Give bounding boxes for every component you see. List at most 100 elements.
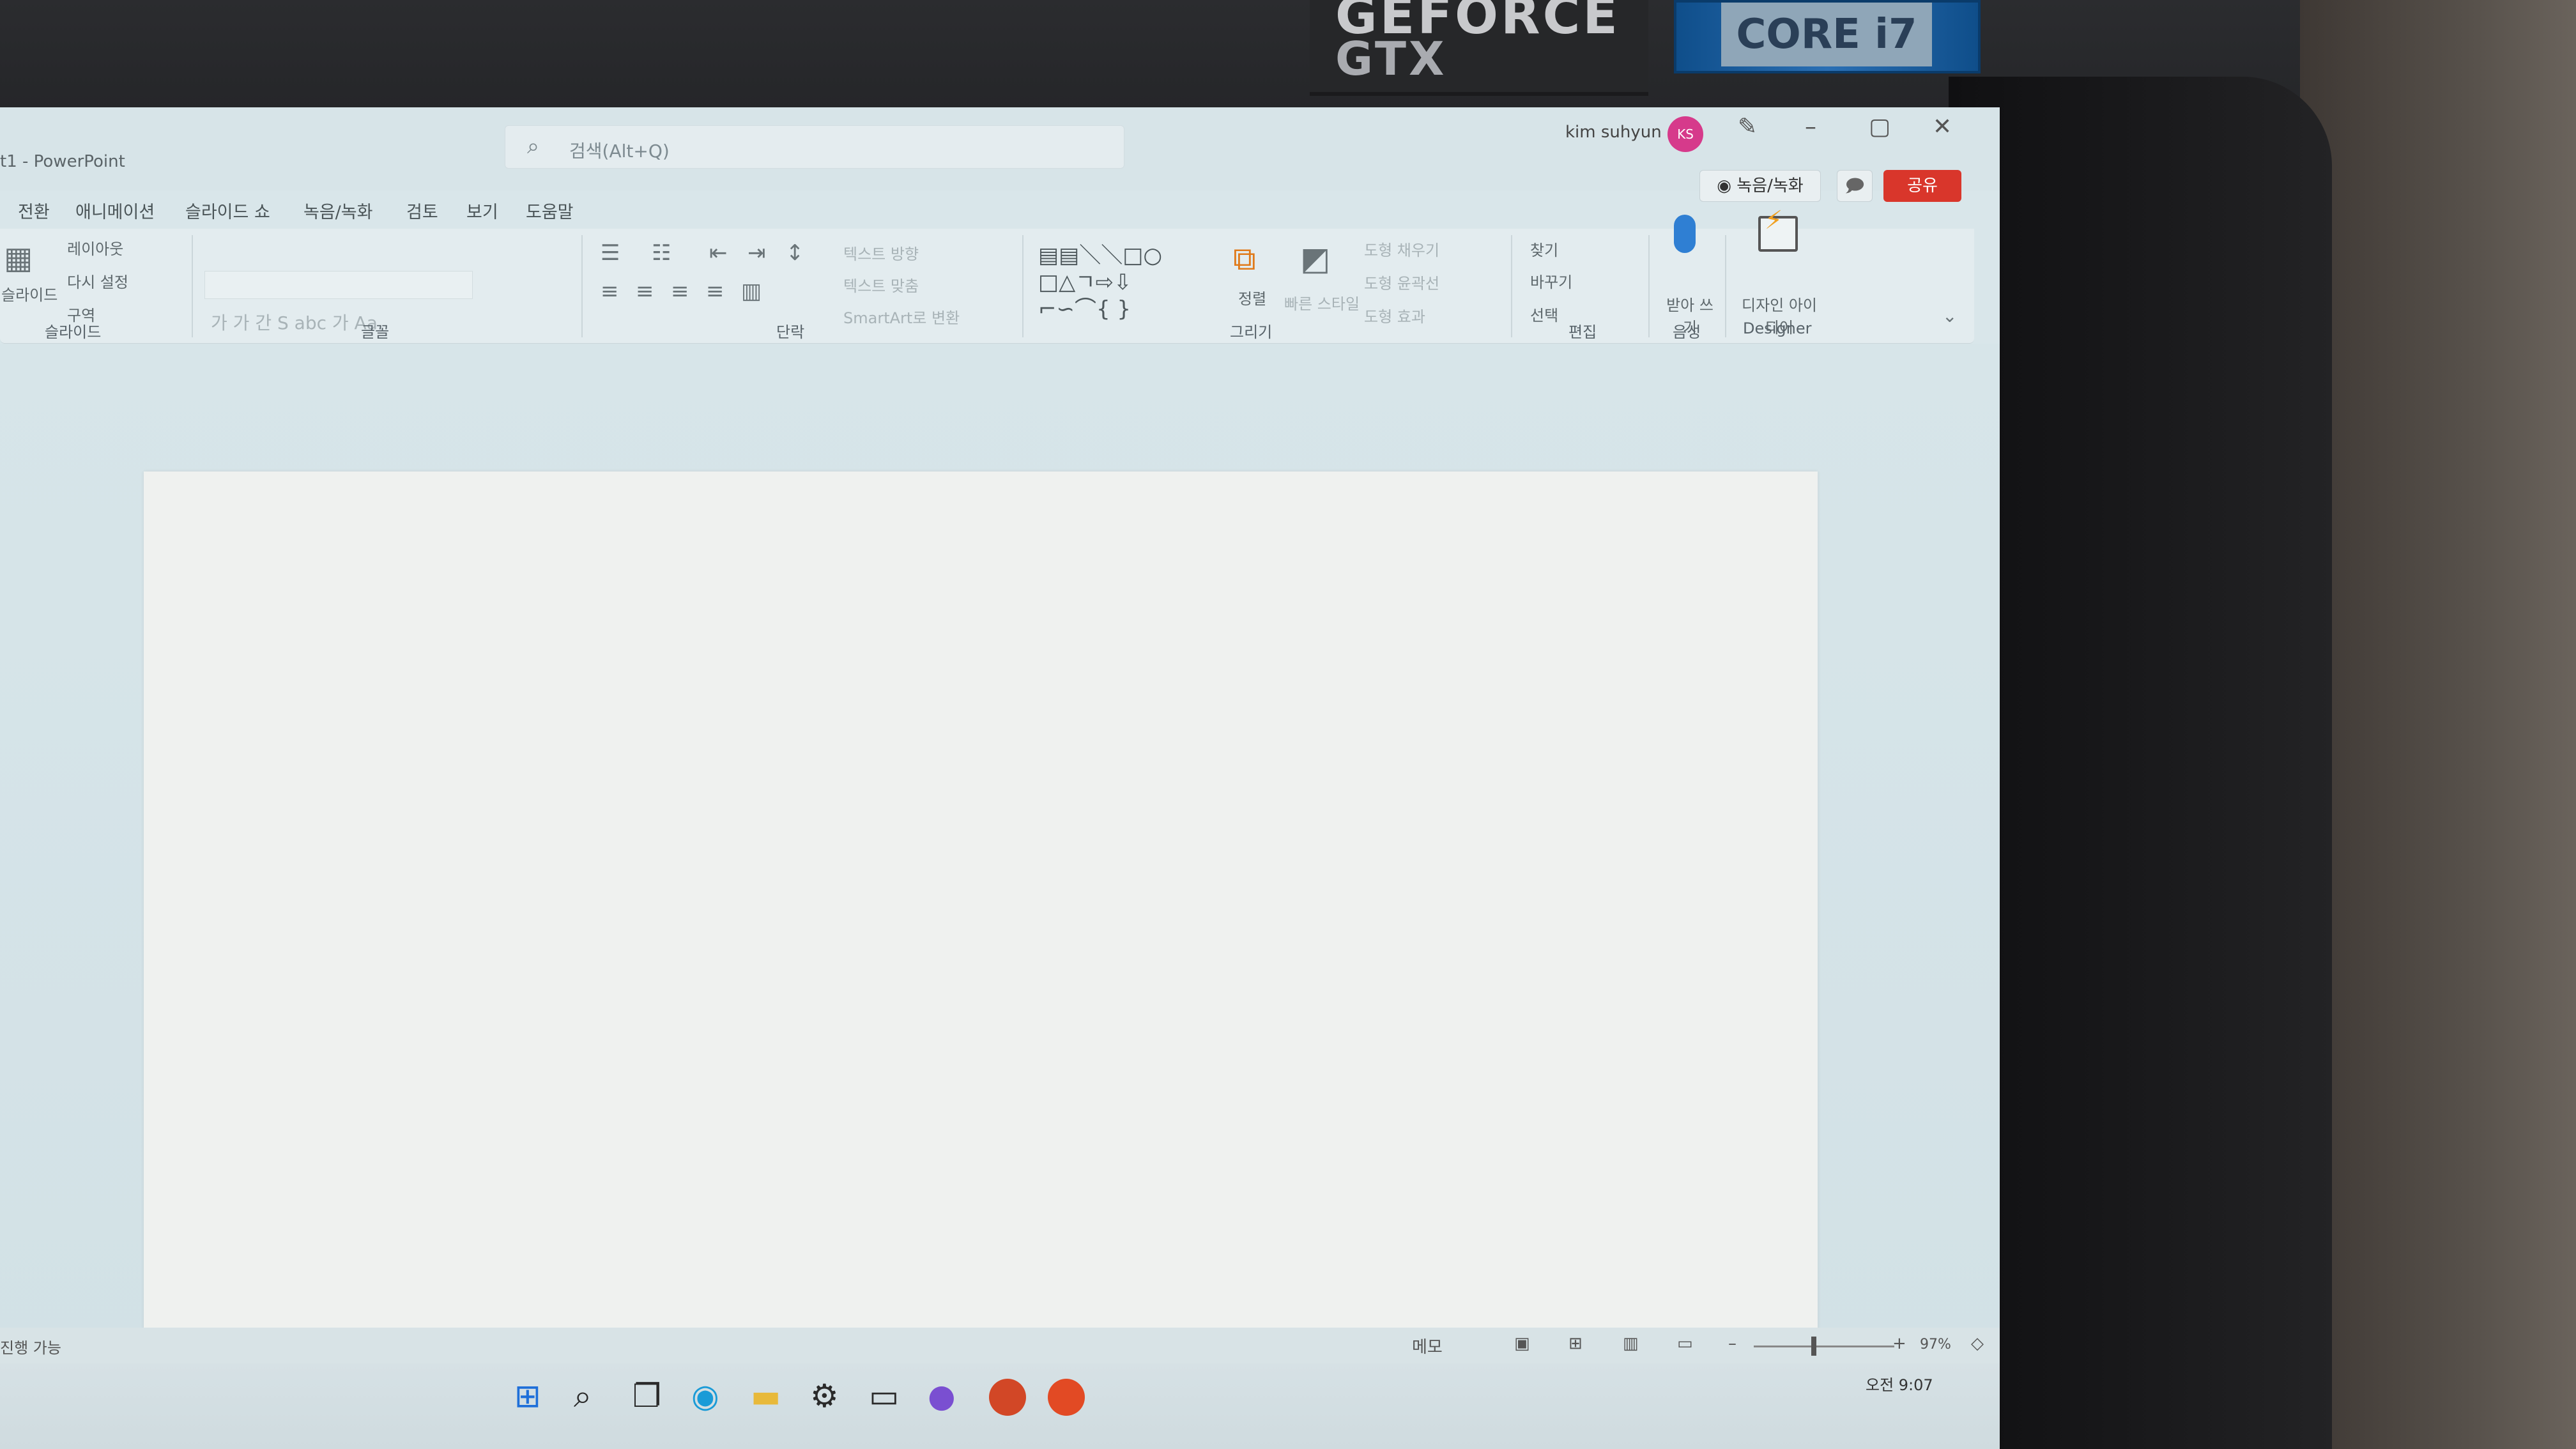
edge-icon[interactable]: ◉ [691, 1377, 719, 1414]
numbering-icon[interactable]: ☷ [652, 240, 671, 266]
search-icon: ⌕ [527, 134, 540, 159]
file-explorer-icon[interactable]: ▬ [751, 1377, 781, 1414]
new-slide-icon[interactable]: ▦ [4, 240, 33, 276]
app-icon[interactable]: ● [928, 1377, 956, 1414]
group-label-slides: 슬라이드 [45, 323, 102, 341]
lightning-icon: ⚡ [1765, 206, 1783, 235]
zoom-slider-thumb[interactable] [1811, 1337, 1816, 1356]
normal-view-icon[interactable]: ▣ [1514, 1334, 1530, 1353]
group-label-paragraph: 단락 [776, 323, 805, 341]
group-divider [1725, 235, 1726, 337]
avatar[interactable]: KS [1667, 116, 1703, 152]
columns-icon[interactable]: ▥ [741, 279, 762, 304]
powerpoint-icon[interactable] [989, 1379, 1026, 1416]
task-view-icon[interactable]: ❐ [632, 1377, 661, 1414]
slide-sorter-icon[interactable]: ⊞ [1568, 1334, 1583, 1353]
group-divider [1511, 235, 1512, 337]
office-app-icon[interactable] [1048, 1379, 1085, 1416]
shape-fill-button[interactable]: 도형 채우기 [1364, 238, 1439, 260]
arrange-button[interactable]: 정렬 [1238, 286, 1266, 309]
indent-icon[interactable]: ⇤ [709, 240, 728, 266]
find-button[interactable]: 찾기 [1530, 238, 1558, 260]
layout-button[interactable]: 레이아웃 [67, 236, 123, 259]
line-spacing-icon[interactable]: ↕ [786, 240, 804, 266]
zoom-in-icon[interactable]: + [1892, 1334, 1906, 1353]
record-button[interactable]: ◉ 녹음/녹화 [1699, 170, 1821, 202]
group-divider [1648, 235, 1650, 337]
reset-button[interactable]: 다시 설정 [67, 270, 128, 292]
zoom-level[interactable]: 97% [1920, 1337, 1951, 1353]
pen-icon[interactable]: ✎ [1738, 114, 1757, 140]
align-center-icon[interactable]: ≡ [636, 279, 654, 304]
restore-button[interactable]: ▢ [1869, 114, 1890, 140]
geforce-gtx-sticker: GEFORCE GTX [1310, 0, 1648, 96]
slide-editor [0, 344, 2000, 1423]
screen: t1 - PowerPoint ⌕ 검색(Alt+Q) kim suhyun K… [0, 107, 2000, 1449]
table-surface [2300, 0, 2576, 1449]
account-name[interactable]: kim suhyun [1565, 123, 1662, 142]
status-bar: 진행 가능 메모 ▣ ⊞ ▥ ▭ – + 97% ◇ [0, 1328, 2000, 1363]
quick-styles-icon[interactable]: ◩ [1300, 240, 1330, 277]
group-divider [192, 235, 193, 337]
group-label-editing: 편집 [1568, 323, 1597, 341]
smartart-button[interactable]: SmartArt로 변환 [843, 305, 960, 328]
close-button[interactable]: ✕ [1933, 114, 1952, 140]
device-bezel [1949, 77, 2332, 1449]
taskbar: ⊞ ⌕ ❐ ◉ ▬ ⚙ ▭ ● 오전 9:07 [0, 1363, 2000, 1449]
minimize-button[interactable]: – [1805, 114, 1816, 140]
align-left-icon[interactable]: ≡ [601, 279, 619, 304]
group-label-font: 글꼴 [361, 323, 390, 341]
tab-help[interactable]: 도움말 [526, 198, 574, 223]
shape-effects-button[interactable]: 도형 효과 [1364, 304, 1425, 326]
bullets-icon[interactable]: ☰ [601, 240, 620, 266]
comment-button[interactable]: 🗩 [1837, 170, 1873, 202]
window-title: t1 - PowerPoint [0, 152, 125, 171]
group-divider [581, 235, 583, 337]
slide-canvas[interactable] [144, 471, 1818, 1423]
collapse-ribbon-icon[interactable]: ⌄ [1942, 305, 1957, 326]
accessibility-status[interactable]: 진행 가능 [0, 1335, 61, 1358]
sticker-gtx-line2: GTX [1335, 32, 1447, 86]
group-divider [1022, 235, 1023, 337]
group-label-designer: Designer [1743, 319, 1812, 337]
microphone-icon[interactable] [1674, 215, 1696, 253]
zoom-out-icon[interactable]: – [1728, 1334, 1736, 1353]
search-icon[interactable]: ⌕ [574, 1377, 592, 1415]
arrange-icon[interactable]: ⧉ [1233, 240, 1256, 278]
select-button[interactable]: 선택 [1530, 303, 1558, 325]
group-label-voice: 음성 [1673, 323, 1701, 341]
shape-outline-button[interactable]: 도형 윤곽선 [1364, 271, 1439, 293]
align-right-icon[interactable]: ≡ [671, 279, 689, 304]
justify-icon[interactable]: ≡ [706, 279, 724, 304]
notes-button[interactable]: 메모 [1412, 1334, 1443, 1358]
quick-styles-button[interactable]: 빠른 스타일 [1284, 291, 1360, 314]
font-name-field[interactable] [204, 271, 473, 299]
tab-view[interactable]: 보기 [466, 198, 498, 223]
clock[interactable]: 오전 9:07 [1866, 1372, 1933, 1395]
settings-icon[interactable]: ⚙ [810, 1377, 839, 1414]
slideshow-view-icon[interactable]: ▭ [1677, 1334, 1693, 1353]
start-icon[interactable]: ⊞ [514, 1377, 541, 1414]
new-slide-button[interactable]: 슬라이드 [1, 282, 57, 305]
fit-to-window-icon[interactable]: ◇ [1971, 1334, 1984, 1353]
designer-icon[interactable]: ⚡ [1758, 206, 1798, 252]
text-direction-button[interactable]: 텍스트 방향 [843, 241, 919, 264]
tab-slideshow[interactable]: 슬라이드 쇼 [185, 198, 270, 223]
group-label-drawing: 그리기 [1230, 323, 1273, 341]
search-placeholder: 검색(Alt+Q) [569, 141, 670, 162]
outdent-icon[interactable]: ⇥ [747, 240, 766, 266]
core-i7-sticker: CORE i7 [1674, 0, 1981, 73]
terminal-icon[interactable]: ▭ [869, 1377, 899, 1414]
zoom-slider[interactable] [1754, 1346, 1894, 1347]
sticker-cpu-text: CORE i7 [1721, 3, 1932, 66]
replace-button[interactable]: 바꾸기 [1530, 270, 1572, 292]
tab-record[interactable]: 녹음/녹화 [303, 198, 372, 223]
search-input[interactable]: ⌕ 검색(Alt+Q) [505, 125, 1124, 169]
shape-gallery-row3[interactable]: ⌐∽⌒{ } [1038, 291, 1131, 323]
align-text-button[interactable]: 텍스트 맞춤 [843, 273, 919, 296]
tab-transitions[interactable]: 전환 [18, 198, 50, 223]
tab-animations[interactable]: 애니메이션 [75, 198, 155, 223]
tab-review[interactable]: 검토 [406, 198, 438, 223]
reading-view-icon[interactable]: ▥ [1623, 1334, 1639, 1353]
share-button[interactable]: 공유 [1883, 170, 1961, 202]
